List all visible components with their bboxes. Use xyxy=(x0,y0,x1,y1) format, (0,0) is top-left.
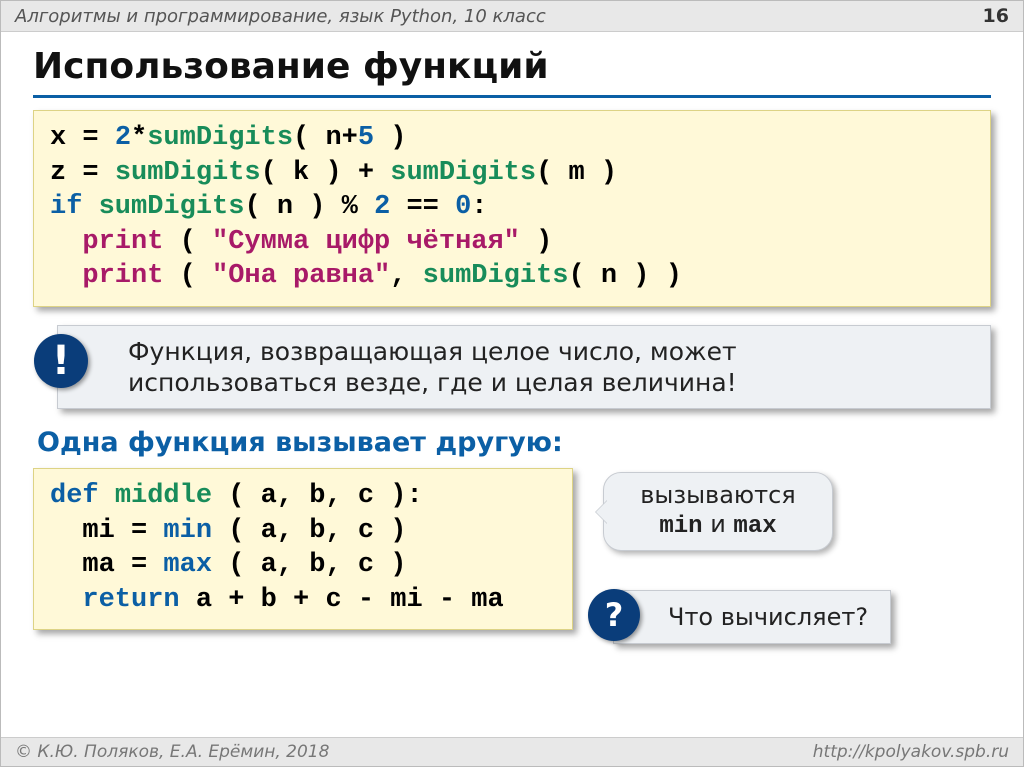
code-block-1: x = 2*sumDigits( n+5 ) z = sumDigits( k … xyxy=(33,110,991,307)
question-callout: ? Что вычисляет? xyxy=(613,590,891,644)
code-line: return a + b + c - mi - ma xyxy=(50,583,556,618)
title-underline xyxy=(33,95,991,98)
copyright: © К.Ю. Поляков, Е.А. Ерёмин, 2018 xyxy=(15,742,329,762)
slide-header: Алгоритмы и программирование, язык Pytho… xyxy=(1,1,1023,32)
code-line: def middle ( a, b, c ): xyxy=(50,479,556,514)
code-line: print ( "Она равна", sumDigits( n ) ) xyxy=(50,259,974,294)
code-block-2: def middle ( a, b, c ): mi = min ( a, b,… xyxy=(33,468,573,630)
code-line: z = sumDigits( k ) + sumDigits( m ) xyxy=(50,156,974,191)
footer-url: http://kpolyakov.spb.ru xyxy=(813,742,1009,762)
page-title: Использование функций xyxy=(33,46,991,87)
callout-bubble: вызываются min и max xyxy=(603,472,833,551)
code-line: ma = max ( a, b, c ) xyxy=(50,548,556,583)
note-text: использоваться везде, где и целая величи… xyxy=(128,367,972,398)
subheading: Одна функция вызывает другую: xyxy=(37,427,991,458)
code-line: mi = min ( a, b, c ) xyxy=(50,514,556,549)
note-callout: ! Функция, возвращающая целое число, мож… xyxy=(57,325,991,410)
breadcrumb: Алгоритмы и программирование, язык Pytho… xyxy=(15,6,546,27)
bubble-text: min и max xyxy=(624,510,812,542)
code-line: if sumDigits( n ) % 2 == 0: xyxy=(50,190,974,225)
note-text: Функция, возвращающая целое число, может xyxy=(128,336,972,367)
slide-footer: © К.Ю. Поляков, Е.А. Ерёмин, 2018 http:/… xyxy=(1,737,1023,766)
page-number: 16 xyxy=(983,5,1009,27)
code-line: print ( "Сумма цифр чётная" ) xyxy=(50,225,974,260)
question-icon: ? xyxy=(588,589,640,641)
code-line: x = 2*sumDigits( n+5 ) xyxy=(50,121,974,156)
question-text: Что вычисляет? xyxy=(668,603,868,631)
exclamation-icon: ! xyxy=(34,334,88,388)
bubble-text: вызываются xyxy=(624,481,812,510)
